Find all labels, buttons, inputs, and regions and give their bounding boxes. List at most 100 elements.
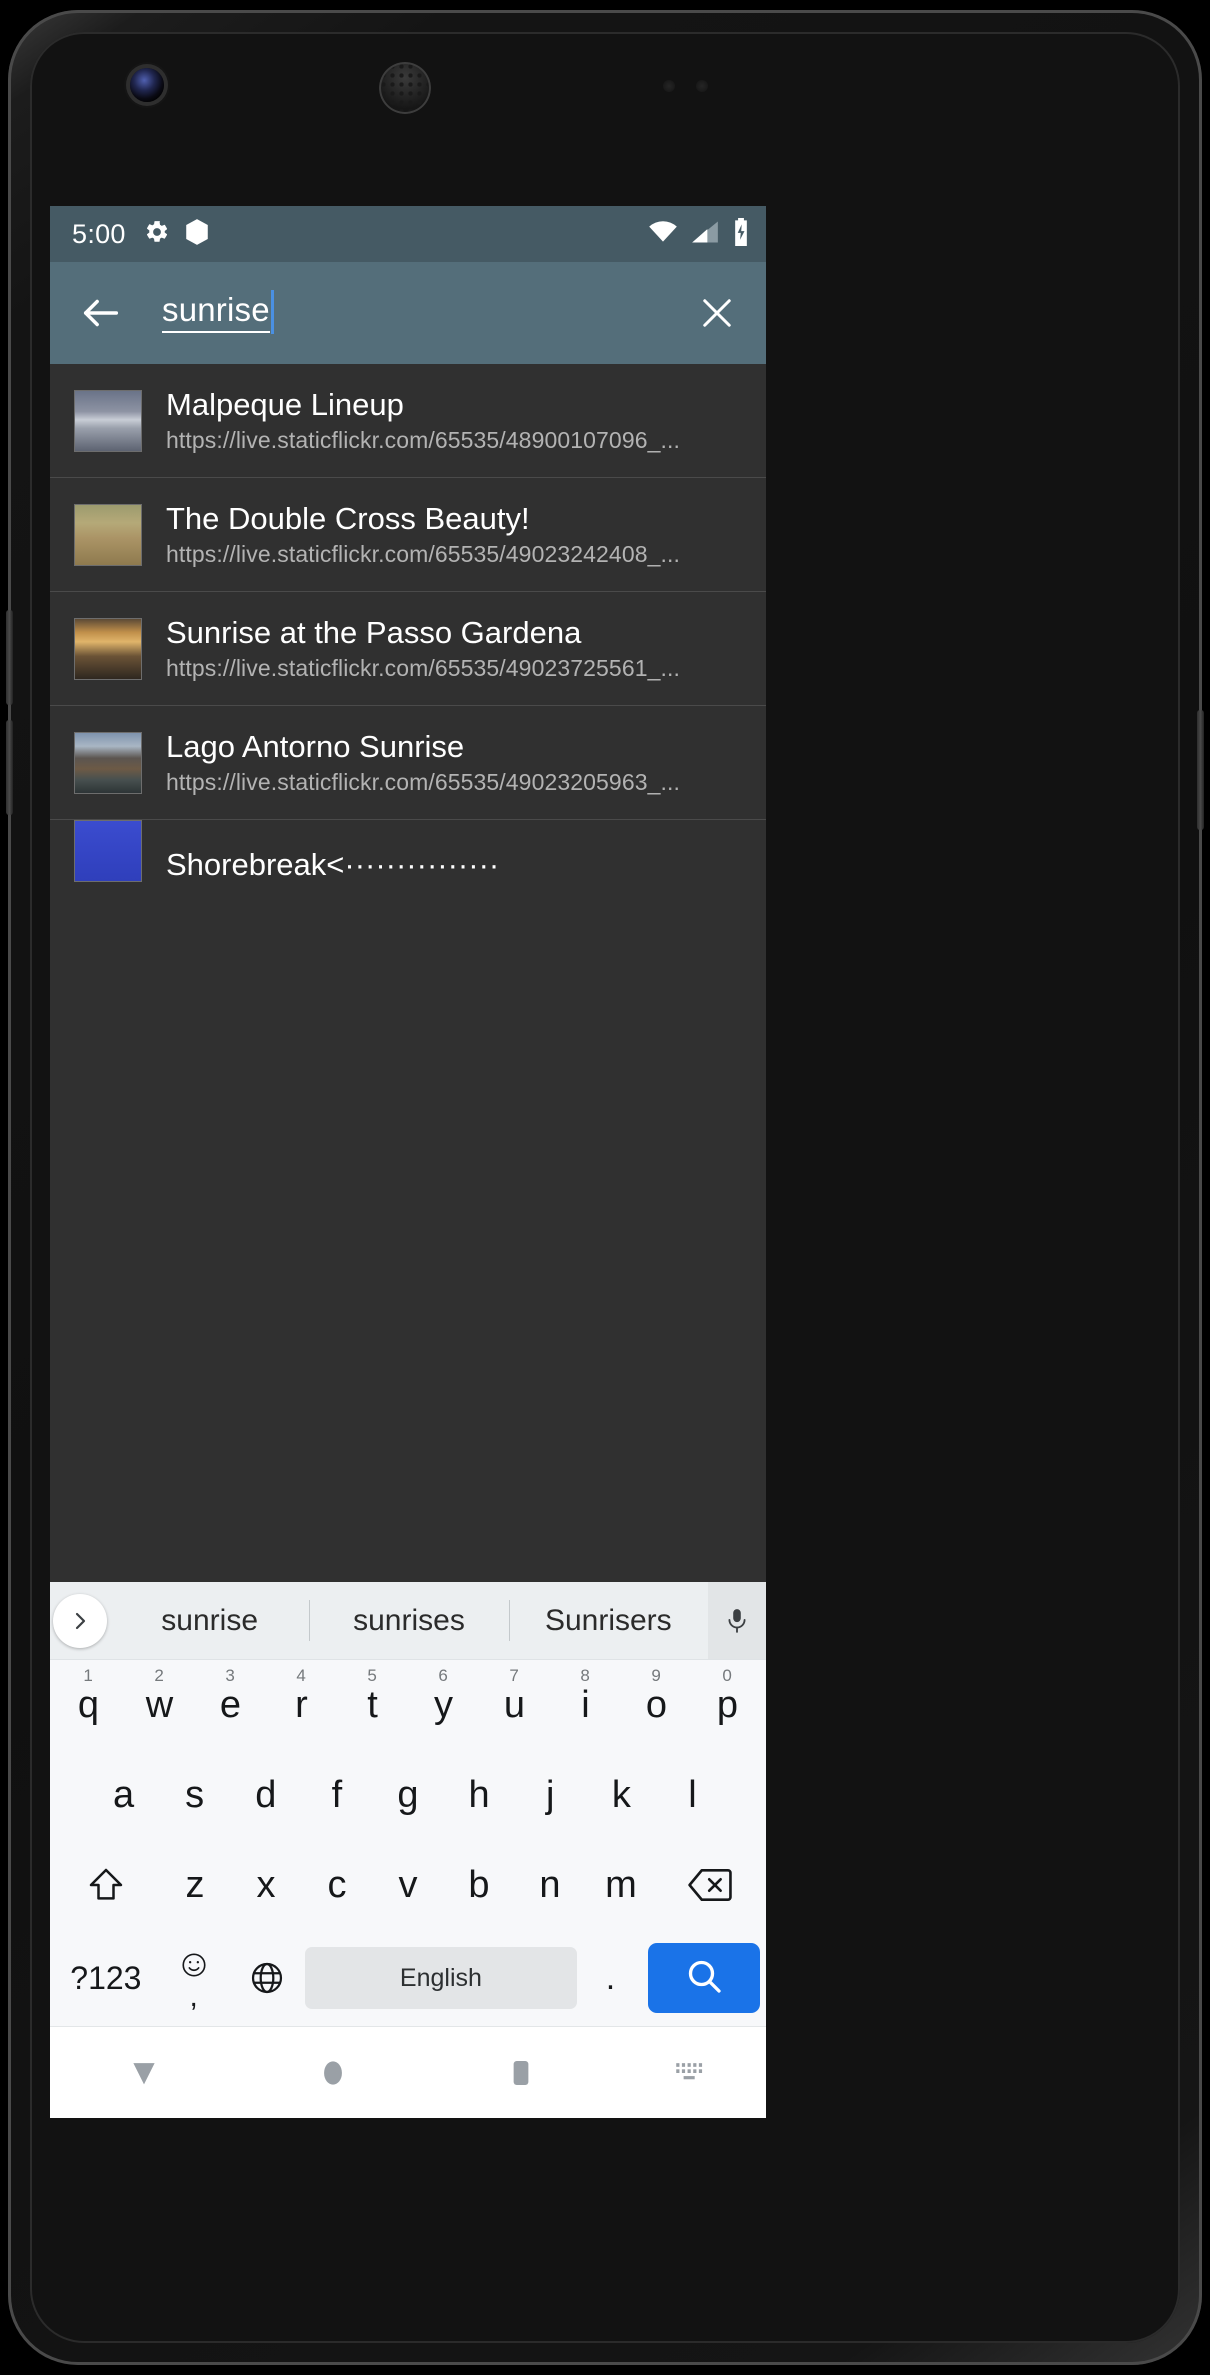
result-title: Malpeque Lineup	[166, 386, 404, 422]
search-results-list[interactable]: Malpeque Lineup https://live.staticflick…	[50, 364, 766, 882]
search-input[interactable]: sunrise	[162, 282, 686, 344]
emoji-comma-key[interactable]: ,	[158, 1951, 230, 2013]
symbols-key[interactable]: ?123	[56, 1960, 156, 1997]
suggestion-item[interactable]: sunrise	[110, 1582, 309, 1659]
status-clock: 5:00	[72, 218, 126, 249]
key-i-number: 8	[580, 1666, 590, 1685]
search-input-value: sunrise	[162, 293, 270, 333]
key-t-label: t	[367, 1683, 378, 1726]
key-m[interactable]: m	[586, 1840, 657, 1930]
key-o-number: 9	[651, 1666, 661, 1685]
expand-suggestions-button[interactable]	[50, 1582, 110, 1659]
volume-down-button[interactable]	[6, 720, 13, 815]
key-a[interactable]: a	[88, 1750, 159, 1840]
earpiece-speaker-icon	[379, 62, 431, 114]
list-item[interactable]: The Double Cross Beauty! https://live.st…	[50, 478, 766, 592]
suggestion-item[interactable]: sunrises	[309, 1582, 508, 1659]
key-j[interactable]: j	[515, 1750, 586, 1840]
key-h[interactable]: h	[444, 1750, 515, 1840]
key-q[interactable]: 1q	[53, 1660, 124, 1750]
text-cursor	[270, 290, 274, 334]
keyboard-row-1[interactable]: 1q 2w 3e 4r 5t 6y 7u 8i 9o 0p	[50, 1660, 766, 1750]
result-url: https://live.staticflickr.com/65535/4902…	[166, 655, 680, 682]
suggestion-strip[interactable]: sunrise sunrises Sunrisers	[50, 1582, 766, 1660]
power-button[interactable]	[1197, 710, 1204, 830]
result-title: The Double Cross Beauty!	[166, 500, 530, 536]
key-r[interactable]: 4r	[266, 1660, 337, 1750]
result-thumbnail	[74, 820, 142, 882]
search-app-bar: sunrise	[50, 262, 766, 364]
key-z[interactable]: z	[160, 1840, 231, 1930]
period-key[interactable]: .	[579, 1959, 643, 1998]
result-url: https://live.staticflickr.com/65535/4902…	[166, 769, 680, 796]
key-x[interactable]: x	[231, 1840, 302, 1930]
key-s[interactable]: s	[159, 1750, 230, 1840]
nav-home-circle-icon[interactable]	[238, 2056, 426, 2090]
result-text-block: Malpeque Lineup https://live.staticflick…	[166, 387, 680, 455]
result-title: Lago Antorno Sunrise	[166, 728, 465, 764]
space-key[interactable]: English	[305, 1947, 577, 2009]
result-url: https://live.staticflickr.com/65535/4902…	[166, 541, 680, 568]
key-w[interactable]: 2w	[124, 1660, 195, 1750]
key-f[interactable]: f	[301, 1750, 372, 1840]
keyboard-switcher-icon[interactable]	[615, 2060, 766, 2086]
key-v[interactable]: v	[373, 1840, 444, 1930]
volume-up-button[interactable]	[6, 610, 13, 705]
navigation-bar[interactable]	[50, 2026, 766, 2118]
front-camera-icon	[130, 68, 164, 102]
keyboard-row-2[interactable]: a s d f g h j k l	[50, 1750, 766, 1840]
comma-label: ,	[189, 1979, 198, 2013]
shift-icon[interactable]	[53, 1840, 160, 1930]
key-c[interactable]: c	[302, 1840, 373, 1930]
on-screen-keyboard[interactable]: sunrise sunrises Sunrisers 1q 2w 3e 4r 5…	[50, 1582, 766, 2118]
suggestion-item[interactable]: Sunrisers	[508, 1582, 708, 1659]
key-p[interactable]: 0p	[692, 1660, 763, 1750]
key-q-number: 1	[83, 1666, 93, 1685]
result-thumbnail	[74, 503, 142, 566]
key-o[interactable]: 9o	[621, 1660, 692, 1750]
battery-charging-icon	[732, 217, 750, 251]
key-r-number: 4	[296, 1666, 306, 1685]
cell-signal-icon	[691, 220, 719, 249]
key-y-label: y	[434, 1683, 453, 1726]
keyboard-row-3[interactable]: z x c v b n m	[50, 1840, 766, 1930]
search-enter-key[interactable]	[648, 1943, 761, 2013]
list-item[interactable]: Malpeque Lineup https://live.staticflick…	[50, 364, 766, 478]
nav-back-triangle-icon[interactable]	[50, 2056, 238, 2090]
key-e-number: 3	[225, 1666, 235, 1685]
status-system-icons	[648, 217, 750, 251]
close-icon[interactable]	[696, 292, 738, 334]
search-icon	[684, 1956, 724, 2001]
result-text-block: Shorebreak<···············	[166, 820, 499, 882]
key-t[interactable]: 5t	[337, 1660, 408, 1750]
keyboard-row-bottom[interactable]: ?123 , English .	[50, 1930, 766, 2026]
backspace-icon[interactable]	[657, 1840, 764, 1930]
key-q-label: q	[77, 1683, 100, 1726]
microphone-icon[interactable]	[707, 1582, 766, 1659]
back-arrow-icon[interactable]	[78, 290, 124, 336]
key-y[interactable]: 6y	[408, 1660, 479, 1750]
key-b[interactable]: b	[444, 1840, 515, 1930]
key-n[interactable]: n	[515, 1840, 586, 1930]
result-url: https://live.staticflickr.com/65535/4890…	[166, 427, 680, 454]
list-item[interactable]: Shorebreak<···············	[50, 820, 766, 882]
list-item[interactable]: Lago Antorno Sunrise https://live.static…	[50, 706, 766, 820]
globe-icon[interactable]	[232, 1960, 304, 1996]
light-sensor-icon	[696, 80, 708, 92]
gear-icon	[144, 219, 170, 250]
phone-screen: 5:00 sunrise Malpeque Lineup https://liv…	[50, 206, 766, 2118]
nav-recents-square-icon[interactable]	[427, 2056, 615, 2090]
key-l[interactable]: l	[657, 1750, 728, 1840]
key-e[interactable]: 3e	[195, 1660, 266, 1750]
key-u[interactable]: 7u	[479, 1660, 550, 1750]
result-title: Sunrise at the Passo Gardena	[166, 614, 582, 650]
result-title: Shorebreak<···············	[166, 847, 500, 882]
list-item[interactable]: Sunrise at the Passo Gardena https://liv…	[50, 592, 766, 706]
key-k[interactable]: k	[586, 1750, 657, 1840]
key-d[interactable]: d	[230, 1750, 301, 1840]
key-g[interactable]: g	[372, 1750, 443, 1840]
key-o-label: o	[645, 1683, 668, 1726]
proximity-sensor-icon	[663, 80, 675, 92]
key-i[interactable]: 8i	[550, 1660, 621, 1750]
result-text-block: Lago Antorno Sunrise https://live.static…	[166, 729, 680, 797]
